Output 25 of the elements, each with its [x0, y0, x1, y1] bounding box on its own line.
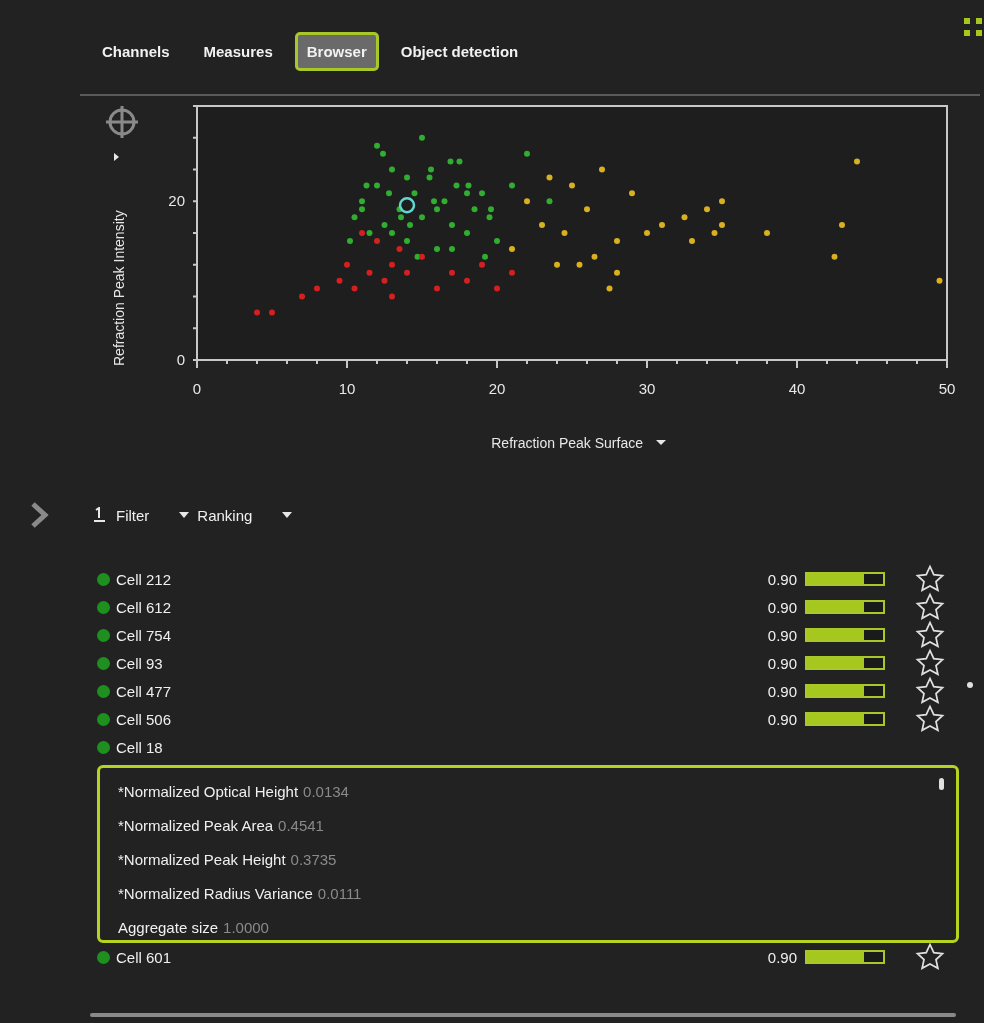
score-value: 0.90 — [767, 948, 797, 966]
axis-tick-label: 10 — [338, 380, 356, 397]
score-value: 0.90 — [767, 570, 797, 588]
property-label: *Normalized Optical Height — [118, 782, 299, 800]
axis-tick-label: 20 — [488, 380, 506, 397]
property-value: 0.4541 — [278, 816, 324, 834]
axis-tick-label: 50 — [938, 380, 956, 397]
score-value: 0.90 — [767, 682, 797, 700]
property-label: Aggregate size — [118, 918, 219, 936]
score-value: 0.90 — [767, 654, 797, 672]
score-value: 0.90 — [767, 598, 797, 616]
property-value: 0.0134 — [303, 782, 349, 800]
axis-tick-label: 40 — [788, 380, 806, 397]
axis-tick-label: 20 — [168, 192, 185, 210]
property-value: 1.0000 — [223, 918, 269, 936]
property-value: 0.0111 — [317, 884, 362, 902]
axis-tick-label: 0 — [176, 351, 185, 368]
axis-tick-label: 0 — [192, 380, 202, 397]
axis-tick-label: 30 — [638, 380, 656, 397]
property-label: *Normalized Peak Area — [118, 816, 274, 834]
property-label: *Normalized Radius Variance — [118, 884, 313, 902]
score-value: 0.90 — [767, 626, 797, 644]
property-label: *Normalized Peak Height — [118, 850, 286, 868]
score-value: 0.90 — [767, 710, 797, 728]
property-value: 0.3735 — [290, 850, 337, 868]
